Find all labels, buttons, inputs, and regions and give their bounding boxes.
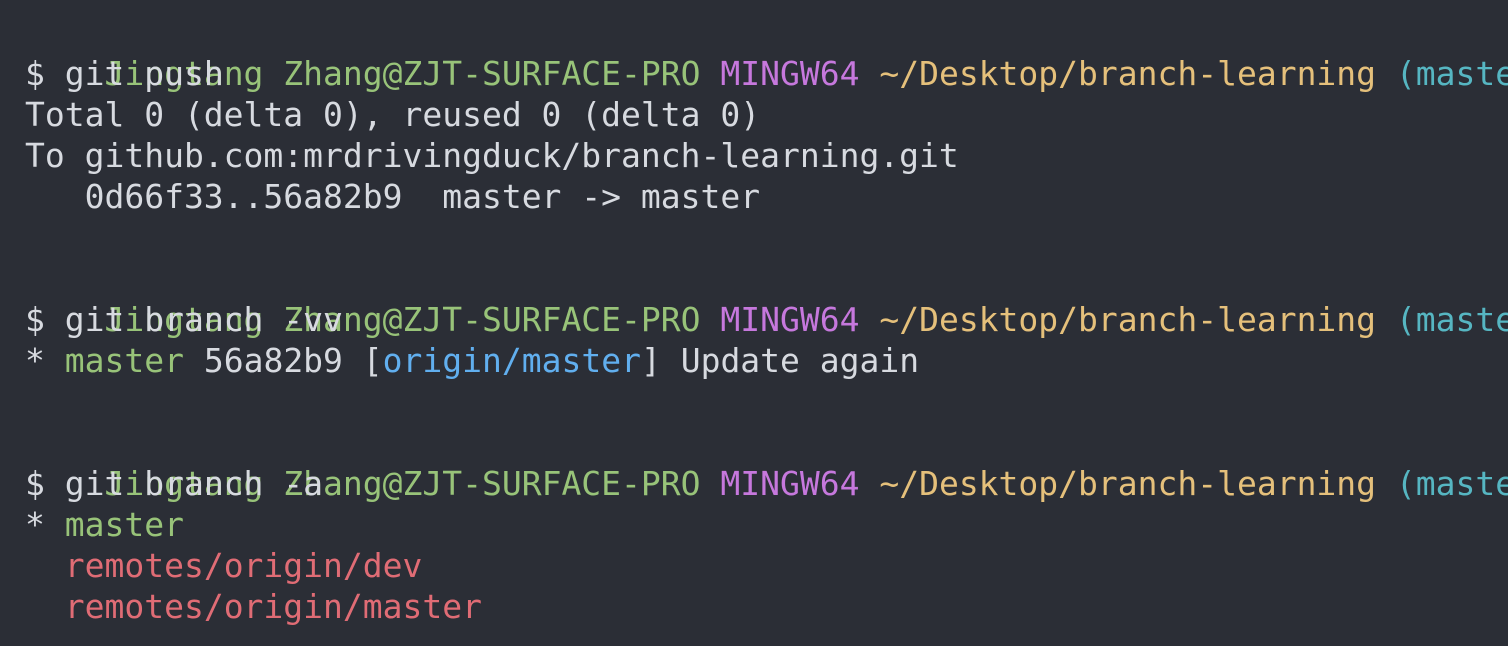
- prompt-path: ~/Desktop/branch-learning: [879, 300, 1377, 339]
- close-bracket: ]: [640, 341, 661, 380]
- prompt-system: MINGW64: [720, 464, 860, 503]
- output-line: Total 0 (delta 0), reused 0 (delta 0): [25, 95, 761, 134]
- prompt-branch: (master): [1395, 54, 1508, 93]
- prompt-symbol: $: [25, 300, 45, 339]
- prompt-branch: (master): [1395, 300, 1508, 339]
- command-text: git push: [64, 54, 224, 93]
- prompt-line: Jingtang Zhang@ZJT-SURFACE-PRO MINGW64 ~…: [25, 422, 1508, 503]
- prompt-symbol: $: [25, 54, 45, 93]
- branch-name: master: [64, 341, 184, 380]
- remote-branch-name: remotes/origin/dev: [64, 546, 423, 585]
- remote-branch-name: remotes/origin/master: [64, 587, 482, 626]
- prompt-path: ~/Desktop/branch-learning: [879, 54, 1377, 93]
- output-line: 0d66f33..56a82b9 master -> master: [25, 177, 761, 216]
- commit-hash: 56a82b9: [203, 341, 343, 380]
- current-branch-marker: *: [25, 341, 45, 380]
- prompt-line: Jingtang Zhang@ZJT-SURFACE-PRO MINGW64 ~…: [25, 12, 1508, 93]
- branch-list-item: * master: [25, 504, 1508, 545]
- prompt-system: MINGW64: [720, 54, 860, 93]
- output-line: To github.com:mrdrivingduck/branch-learn…: [25, 136, 959, 175]
- prompt-system: MINGW64: [720, 300, 860, 339]
- open-bracket: [: [362, 341, 383, 380]
- prompt-symbol: $: [25, 464, 45, 503]
- current-branch-marker: *: [25, 505, 45, 544]
- prompt-branch: (master): [1395, 464, 1508, 503]
- branch-list-item: remotes/origin/dev: [25, 545, 1508, 586]
- prompt-path: ~/Desktop/branch-learning: [879, 464, 1377, 503]
- command-text: git branch -a: [64, 464, 324, 503]
- upstream-ref: origin/master: [382, 341, 641, 380]
- branch-list-item: remotes/origin/master: [25, 586, 1508, 627]
- prompt-line: Jingtang Zhang@ZJT-SURFACE-PRO MINGW64 ~…: [25, 258, 1508, 339]
- terminal-window[interactable]: Jingtang Zhang@ZJT-SURFACE-PRO MINGW64 ~…: [0, 0, 1508, 646]
- branch-verbose-line: * master 56a82b9 [origin/master] Update …: [25, 340, 1508, 381]
- commit-message: Update again: [680, 341, 920, 380]
- command-text: git branch -vv: [64, 300, 343, 339]
- current-branch-name: master: [64, 505, 184, 544]
